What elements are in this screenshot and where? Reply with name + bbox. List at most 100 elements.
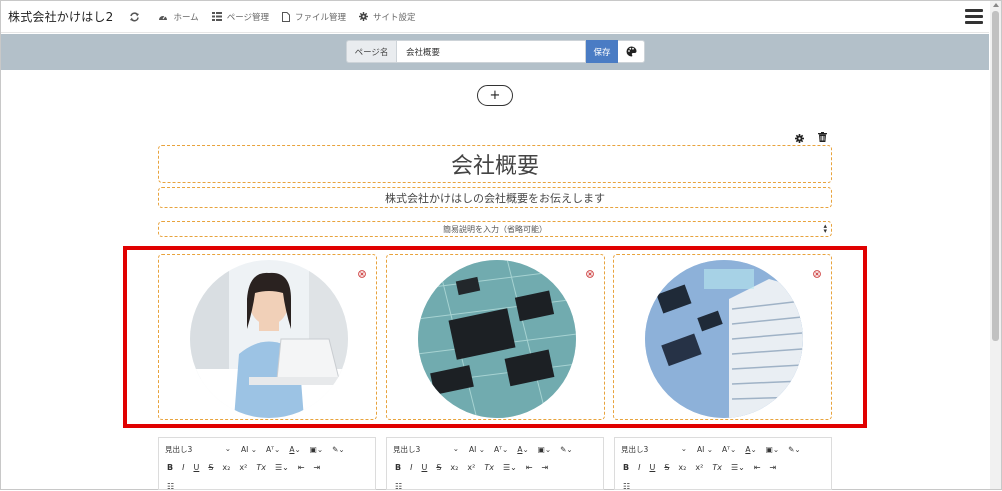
indent-icon[interactable]: ⇥ [542,463,549,472]
editor-toolbar-row1: 見出し3 ⌄ AI ⌄ Aᵀ⌄ A⌄ ▣⌄ ✎⌄ [621,444,810,455]
bold-button[interactable]: B [167,463,173,472]
nav-site-settings-label: サイト設定 [373,12,416,23]
font-size-button[interactable]: AI ⌄ [469,445,485,454]
underline-button[interactable]: U [649,463,655,472]
image-woman-laptop [190,260,348,418]
heading-select[interactable]: 見出し3 ⌄ [393,444,459,455]
superscript-button[interactable]: x² [239,463,247,472]
nav-file-manage[interactable]: ファイル管理 [282,11,346,23]
indent-icon[interactable]: ⇥ [314,463,321,472]
heading-select-label: 見出し3 [165,445,193,454]
rich-text-editor-2[interactable]: 見出し3 ⌄ AI ⌄ Aᵀ⌄ A⌄ ▣⌄ ✎⌄ B I U S x₂ x² Tx… [386,437,604,491]
clear-format-button[interactable]: Tx [712,463,722,472]
strikethrough-button[interactable]: S [436,463,441,472]
chevron-down-icon: ⌄ [452,444,459,453]
underline-button[interactable]: U [421,463,427,472]
page-name-input[interactable] [396,40,586,63]
italic-button[interactable]: I [410,463,412,472]
editor-toolbar-row1: 見出し3 ⌄ AI ⌄ Aᵀ⌄ A⌄ ▣⌄ ✎⌄ [165,444,354,455]
image-card-1[interactable] [158,254,377,420]
rich-text-editor-1[interactable]: 見出し3 ⌄ AI ⌄ Aᵀ⌄ A⌄ ▣⌄ ✎⌄ B I U S x₂ x² Tx… [158,437,376,491]
nav-home[interactable]: ホーム [158,11,199,23]
clear-format-button[interactable]: Tx [256,463,266,472]
image-building-circuit [645,260,803,418]
font-size-label: AI [241,445,249,454]
font-style-icon[interactable]: Aᵀ⌄ [266,445,280,454]
heading-select-label: 見出し3 [393,445,421,454]
description-select[interactable]: 簡易説明を入力（省略可能） ▴ ▾ [158,221,832,237]
subscript-button[interactable]: x₂ [450,463,458,472]
nav-site-settings[interactable]: サイト設定 [359,11,416,23]
underline-button[interactable]: U [193,463,199,472]
nav-page-manage[interactable]: ページ管理 [211,11,269,23]
outdent-icon[interactable]: ⇤ [298,463,305,472]
page-title[interactable]: 会社概要 [158,145,832,183]
background-color-icon[interactable]: ▣⌄ [766,445,779,454]
chevron-down-icon: ⌄ [680,444,687,453]
italic-button[interactable]: I [638,463,640,472]
background-color-icon[interactable]: ▣⌄ [310,445,323,454]
palette-button[interactable] [618,40,645,63]
italic-button[interactable]: I [182,463,184,472]
scroll-up-arrow-icon[interactable] [993,3,999,7]
page-name-bar: ページ名 保存 [1,34,989,70]
vertical-scrollbar[interactable] [990,1,1001,489]
font-color-icon[interactable]: A⌄ [745,445,756,454]
strikethrough-button[interactable]: S [208,463,213,472]
outdent-icon[interactable]: ⇤ [526,463,533,472]
bold-button[interactable]: B [623,463,629,472]
highlight-pen-icon[interactable]: ✎⌄ [332,445,345,454]
font-style-icon[interactable]: Aᵀ⌄ [494,445,508,454]
remove-image-icon[interactable] [813,263,821,282]
trash-icon[interactable] [818,127,827,146]
indent-icon[interactable]: ⇥ [770,463,777,472]
font-color-icon[interactable]: A⌄ [517,445,528,454]
outdent-icon[interactable]: ⇤ [754,463,761,472]
highlight-pen-icon[interactable]: ✎⌄ [788,445,801,454]
editor-toolbar-row1: 見出し3 ⌄ AI ⌄ Aᵀ⌄ A⌄ ▣⌄ ✎⌄ [393,444,582,455]
bold-button[interactable]: B [395,463,401,472]
font-size-button[interactable]: AI ⌄ [241,445,257,454]
image-card-2[interactable] [386,254,605,420]
refresh-icon[interactable] [129,11,145,22]
editor-toolbar-row2: B I U S x₂ x² Tx ☰⌄ ⇤ ⇥ [167,463,329,472]
superscript-button[interactable]: x² [695,463,703,472]
brand-name[interactable]: 株式会社かけはし2 [8,8,113,25]
font-style-icon[interactable]: Aᵀ⌄ [722,445,736,454]
align-icon[interactable]: ☰⌄ [503,463,517,472]
page-subtitle[interactable]: 株式会社かけはしの会社概要をお伝えします [158,187,832,208]
save-button[interactable]: 保存 [586,40,618,63]
align-icon[interactable]: ☰⌄ [731,463,745,472]
remove-image-icon[interactable] [586,263,594,282]
subscript-button[interactable]: x₂ [222,463,230,472]
superscript-button[interactable]: x² [467,463,475,472]
subscript-button[interactable]: x₂ [678,463,686,472]
editor-toolbar-row2: B I U S x₂ x² Tx ☰⌄ ⇤ ⇥ [395,463,557,472]
nav-file-manage-label: ファイル管理 [295,12,347,23]
font-size-label: AI [469,445,477,454]
file-icon [282,11,291,22]
font-size-button[interactable]: AI ⌄ [697,445,713,454]
heading-select-label: 見出し3 [621,445,649,454]
background-color-icon[interactable]: ▣⌄ [538,445,551,454]
rich-text-editor-3[interactable]: 見出し3 ⌄ AI ⌄ Aᵀ⌄ A⌄ ▣⌄ ✎⌄ B I U S x₂ x² Tx… [614,437,832,491]
page-name-label: ページ名 [346,40,396,63]
hamburger-menu-icon[interactable] [965,9,983,25]
add-block-button[interactable]: + [477,85,513,106]
clear-format-button[interactable]: Tx [484,463,494,472]
strikethrough-button[interactable]: S [664,463,669,472]
heading-select[interactable]: 見出し3 ⌄ [621,444,687,455]
align-icon[interactable]: ☰⌄ [275,463,289,472]
highlight-pen-icon[interactable]: ✎⌄ [560,445,573,454]
gear-icon [359,12,369,21]
nav-home-label: ホーム [173,12,199,23]
description-placeholder: 簡易説明を入力（省略可能） [443,224,547,234]
dashboard-icon [159,15,168,20]
heading-select[interactable]: 見出し3 ⌄ [165,444,231,455]
editor-toolbar-row2: B I U S x₂ x² Tx ☰⌄ ⇤ ⇥ [623,463,785,472]
page-manage-icon [211,12,222,21]
remove-image-icon[interactable] [358,263,366,282]
scroll-thumb[interactable] [992,11,999,341]
image-card-3[interactable] [613,254,832,420]
font-color-icon[interactable]: A⌄ [289,445,300,454]
